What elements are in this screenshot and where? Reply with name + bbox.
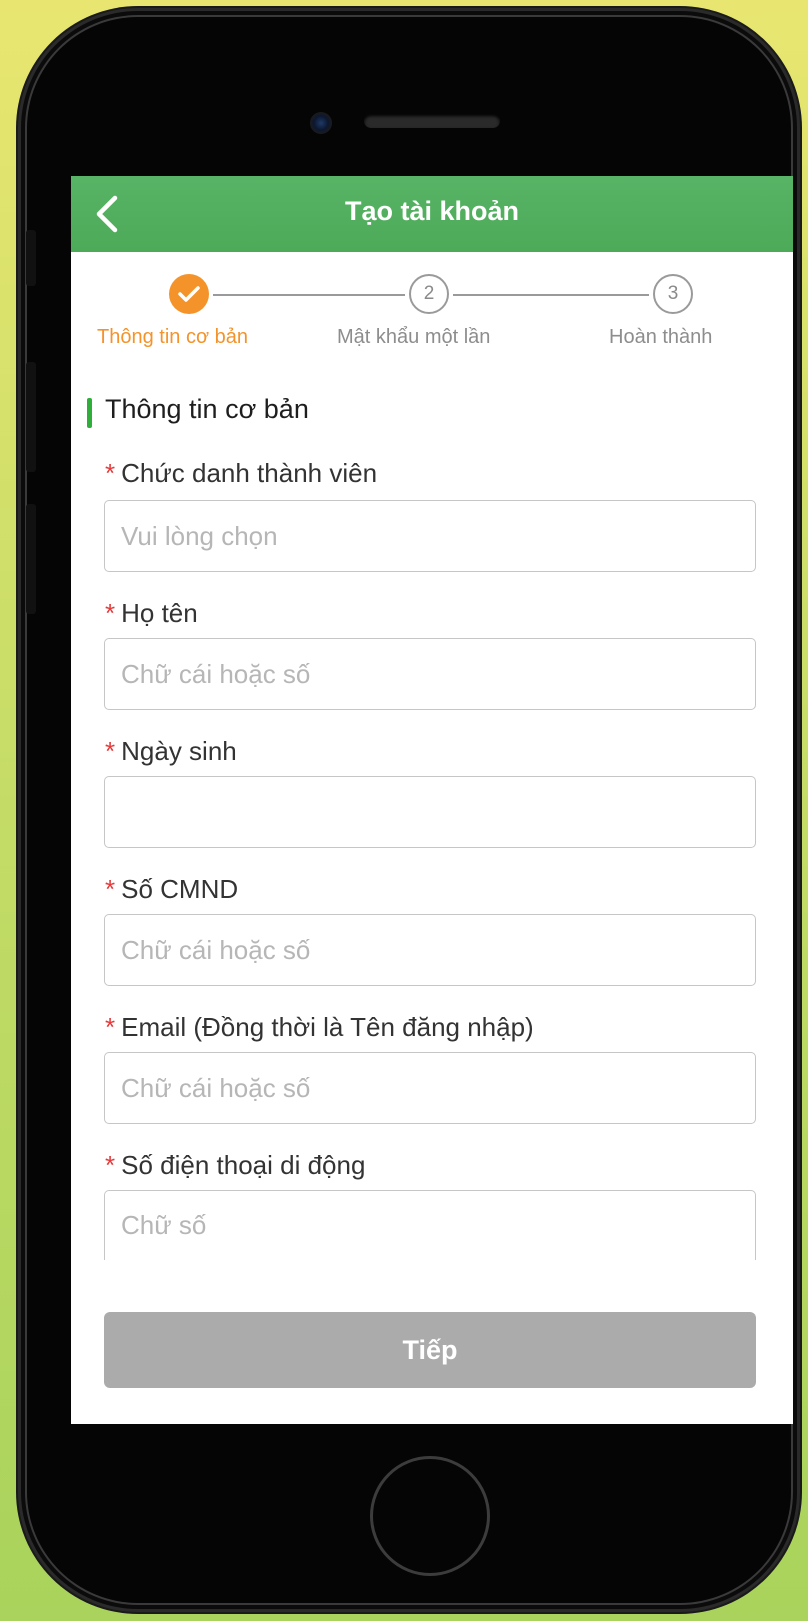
position-select[interactable] — [104, 500, 756, 572]
position-label-text: Chức danh thành viên — [121, 458, 378, 488]
step-1-indicator — [169, 274, 209, 314]
required-mark: * — [105, 1150, 116, 1180]
required-mark: * — [105, 1012, 116, 1042]
email-label: * Email (Đồng thời là Tên đăng nhập) — [105, 1012, 534, 1043]
id-number-input[interactable] — [104, 914, 756, 986]
full-name-input[interactable] — [104, 638, 756, 710]
step-3-indicator: 3 — [653, 274, 693, 314]
earpiece-speaker — [364, 114, 500, 128]
required-mark: * — [105, 736, 116, 766]
step-2-indicator: 2 — [409, 274, 449, 314]
mobile-label: * Số điện thoại di động — [105, 1150, 365, 1181]
front-camera — [310, 112, 332, 134]
full-name-label: * Họ tên — [105, 598, 198, 629]
nav-bar: Tạo tài khoản — [71, 176, 793, 252]
step-2-label: Mật khẩu một lần — [337, 326, 491, 348]
step-1-label: Thông tin cơ bản — [97, 326, 248, 348]
step-connector — [213, 294, 405, 296]
mute-switch — [26, 230, 36, 286]
app-screen: Tạo tài khoản 2 3 Thông tin cơ bản Mật k… — [71, 176, 793, 1424]
section-title: Thông tin cơ bản — [105, 394, 309, 424]
section-accent-bar — [87, 398, 92, 428]
birth-date-label-text: Ngày sinh — [121, 736, 237, 766]
mobile-input[interactable] — [104, 1190, 756, 1260]
required-mark: * — [105, 874, 116, 904]
check-icon — [178, 286, 200, 302]
position-label: * Chức danh thành viên — [105, 458, 377, 489]
required-mark: * — [105, 458, 116, 488]
email-input[interactable] — [104, 1052, 756, 1124]
progress-stepper: 2 3 Thông tin cơ bản Mật khẩu một lần Ho… — [71, 252, 793, 362]
step-connector — [453, 294, 649, 296]
volume-up-button — [26, 362, 36, 472]
next-button[interactable]: Tiếp — [104, 1312, 756, 1388]
required-mark: * — [105, 598, 116, 628]
id-number-label: * Số CMND — [105, 874, 238, 905]
step-3-label: Hoàn thành — [609, 326, 713, 348]
volume-down-button — [26, 504, 36, 614]
page-title: Tạo tài khoản — [344, 196, 520, 226]
mobile-label-text: Số điện thoại di động — [121, 1150, 366, 1180]
home-button — [370, 1456, 490, 1576]
full-name-label-text: Họ tên — [121, 598, 198, 628]
id-number-label-text: Số CMND — [121, 874, 239, 904]
birth-date-label: * Ngày sinh — [105, 736, 237, 767]
birth-date-input[interactable] — [104, 776, 756, 848]
phone-frame: Tạo tài khoản 2 3 Thông tin cơ bản Mật k… — [18, 8, 800, 1612]
email-label-text: Email (Đồng thời là Tên đăng nhập) — [121, 1012, 534, 1042]
